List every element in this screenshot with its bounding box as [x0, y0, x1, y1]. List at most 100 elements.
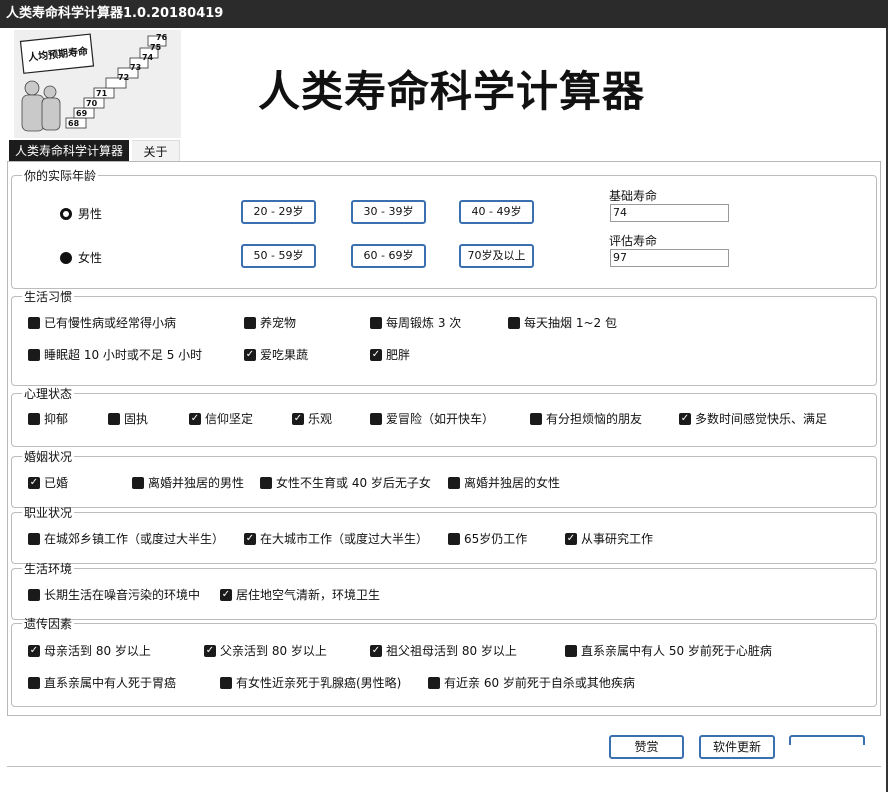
life-expectancy-logo: 68 69 70 71 72 73 74 75 76 人均预期寿命 — [14, 30, 181, 138]
checkbox-father-80[interactable]: ✓ 父亲活到 80 岁以上 — [204, 642, 327, 659]
checkbox-icon — [28, 412, 40, 425]
checkbox-divorced-female[interactable]: 离婚并独居的女性 — [448, 474, 560, 491]
checkbox-clean-air[interactable]: ✓ 居住地空气清新，环境卫生 — [220, 586, 380, 603]
checkmark-icon: ✓ — [370, 644, 382, 657]
gender-male-radio[interactable]: 男性 — [60, 205, 102, 222]
checkbox-label: 已有慢性病或经常得小病 — [44, 316, 177, 330]
checkbox-label: 有近亲 60 岁前死于自杀或其他疾病 — [444, 676, 635, 690]
checkbox-risk-taking[interactable]: 爱冒险（如开快车） — [370, 410, 494, 427]
age-button-70-plus[interactable]: 70岁及以上 — [459, 244, 534, 268]
checkbox-grandparents-80[interactable]: ✓ 祖父祖母活到 80 岁以上 — [370, 642, 517, 659]
checkbox-label: 信仰坚定 — [205, 412, 254, 426]
checkbox-label: 爱吃果蔬 — [260, 348, 309, 362]
app-title: 人类寿命科学计算器 — [258, 67, 646, 116]
checkbox-married[interactable]: ✓ 已婚 — [28, 474, 68, 491]
checkbox-label: 在大城市工作（或度过大半生） — [260, 532, 429, 546]
checkbox-label: 每周锻炼 3 次 — [386, 316, 462, 330]
donate-button[interactable]: 赞赏 — [609, 735, 684, 759]
checkbox-exercise[interactable]: 每周锻炼 3 次 — [370, 314, 461, 331]
age-button-50-59[interactable]: 50 - 59岁 — [241, 244, 316, 268]
checkbox-suburban-work[interactable]: 在城郊乡镇工作（或度过大半生） — [28, 530, 224, 547]
checkbox-label: 有分担烦恼的朋友 — [546, 412, 643, 426]
checkbox-label: 长期生活在噪音污染的环境中 — [44, 588, 201, 602]
logo-step-74: 74 — [142, 53, 154, 62]
checkbox-label: 65岁仍工作 — [464, 532, 528, 546]
checkbox-label: 直系亲属中有人 50 岁前死于心脏病 — [581, 644, 772, 658]
checkbox-noise-pollution[interactable]: 长期生活在噪音污染的环境中 — [28, 586, 200, 603]
checkbox-stubborn[interactable]: 固执 — [108, 410, 148, 427]
checkbox-divorced-male[interactable]: 离婚并独居的男性 — [132, 474, 244, 491]
checkbox-label: 固执 — [124, 412, 149, 426]
estimated-life-label: 评估寿命 — [609, 234, 658, 248]
lifestyle-section: 生活习惯 — [11, 288, 877, 386]
base-life-label: 基础寿命 — [609, 189, 658, 203]
checkbox-supportive-friends[interactable]: 有分担烦恼的朋友 — [530, 410, 642, 427]
checkbox-icon — [448, 476, 460, 489]
lifestyle-section-legend: 生活习惯 — [24, 290, 73, 304]
logo-step-70: 70 — [86, 99, 98, 108]
checkbox-label: 父亲活到 80 岁以上 — [220, 644, 327, 658]
logo-step-68: 68 — [68, 119, 80, 128]
software-update-button[interactable]: 软件更新 — [699, 735, 775, 759]
genetics-section: 遗传因素 — [11, 615, 877, 707]
checkbox-icon — [108, 412, 120, 425]
checkbox-working-at-65[interactable]: 65岁仍工作 — [448, 530, 527, 547]
checkbox-icon — [508, 316, 520, 329]
checkmark-icon: ✓ — [204, 644, 216, 657]
checkbox-mother-80[interactable]: ✓ 母亲活到 80 岁以上 — [28, 642, 151, 659]
logo-step-72: 72 — [118, 73, 129, 82]
checkbox-heart-disease[interactable]: 直系亲属中有人 50 岁前死于心脏病 — [565, 642, 772, 659]
checkbox-depression[interactable]: 抑郁 — [28, 410, 68, 427]
checkbox-stomach-cancer[interactable]: 直系亲属中有人死于胃癌 — [28, 674, 176, 691]
checkbox-icon — [428, 676, 440, 689]
checkbox-label: 女性不生育或 40 岁后无子女 — [276, 476, 431, 490]
third-button[interactable] — [789, 735, 865, 745]
gender-female-label: 女性 — [78, 251, 103, 265]
checkbox-faith[interactable]: ✓ 信仰坚定 — [189, 410, 253, 427]
checkmark-icon: ✓ — [28, 476, 40, 489]
checkbox-early-death[interactable]: 有近亲 60 岁前死于自杀或其他疾病 — [428, 674, 635, 691]
checkbox-label: 祖父祖母活到 80 岁以上 — [386, 644, 517, 658]
checkbox-optimistic[interactable]: ✓ 乐观 — [292, 410, 332, 427]
checkbox-icon — [28, 316, 40, 329]
checkbox-label: 居住地空气清新，环境卫生 — [236, 588, 381, 602]
age-button-60-69[interactable]: 60 - 69岁 — [351, 244, 426, 268]
tab-about[interactable]: 关于 — [132, 140, 180, 162]
checkbox-label: 离婚并独居的男性 — [148, 476, 245, 490]
checkmark-icon: ✓ — [565, 532, 577, 545]
estimated-life-field[interactable]: 97 — [610, 249, 729, 267]
checkbox-childless-female[interactable]: 女性不生育或 40 岁后无子女 — [260, 474, 431, 491]
age-button-20-29[interactable]: 20 - 29岁 — [241, 200, 316, 224]
age-button-40-49[interactable]: 40 - 49岁 — [459, 200, 534, 224]
checkbox-label: 多数时间感觉快乐、满足 — [695, 412, 828, 426]
checkbox-research-work[interactable]: ✓ 从事研究工作 — [565, 530, 653, 547]
checkbox-pets[interactable]: 养宠物 — [244, 314, 296, 331]
gender-male-label: 男性 — [78, 207, 103, 221]
checkbox-fruits-vegetables[interactable]: ✓ 爱吃果蔬 — [244, 346, 308, 363]
checkbox-icon — [260, 476, 272, 489]
checkbox-label: 在城郊乡镇工作（或度过大半生） — [44, 532, 225, 546]
checkbox-icon — [530, 412, 542, 425]
checkmark-icon: ✓ — [220, 588, 232, 601]
checkmark-icon: ✓ — [679, 412, 691, 425]
radio-unselected-icon — [60, 251, 72, 264]
checkbox-icon — [220, 676, 232, 689]
age-section-legend: 你的实际年龄 — [24, 169, 97, 183]
career-section-legend: 职业状况 — [24, 506, 73, 520]
tab-calculator[interactable]: 人类寿命科学计算器 — [9, 140, 129, 162]
checkbox-breast-cancer[interactable]: 有女性近亲死于乳腺癌(男性略) — [220, 674, 401, 691]
checkmark-icon: ✓ — [189, 412, 201, 425]
checkmark-icon: ✓ — [28, 644, 40, 657]
checkbox-smoking[interactable]: 每天抽烟 1~2 包 — [508, 314, 617, 331]
age-button-30-39[interactable]: 30 - 39岁 — [351, 200, 426, 224]
checkbox-sleep[interactable]: 睡眠超 10 小时或不足 5 小时 — [28, 346, 202, 363]
checkbox-city-work[interactable]: ✓ 在大城市工作（或度过大半生） — [244, 530, 428, 547]
checkbox-chronic-illness[interactable]: 已有慢性病或经常得小病 — [28, 314, 176, 331]
checkmark-icon: ✓ — [370, 348, 382, 361]
base-life-field[interactable]: 74 — [610, 204, 729, 222]
checkbox-icon — [448, 532, 460, 545]
checkbox-obesity[interactable]: ✓ 肥胖 — [370, 346, 410, 363]
gender-female-radio[interactable]: 女性 — [60, 249, 102, 266]
logo-step-69: 69 — [76, 109, 88, 118]
checkbox-happy[interactable]: ✓ 多数时间感觉快乐、满足 — [679, 410, 827, 427]
